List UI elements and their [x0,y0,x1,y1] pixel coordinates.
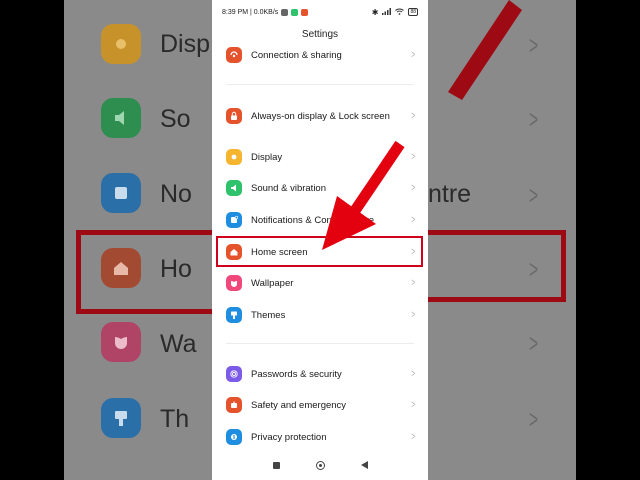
red-arrow-main [322,140,405,250]
red-arrow-background [448,0,522,100]
annotation-arrows [322,0,522,250]
